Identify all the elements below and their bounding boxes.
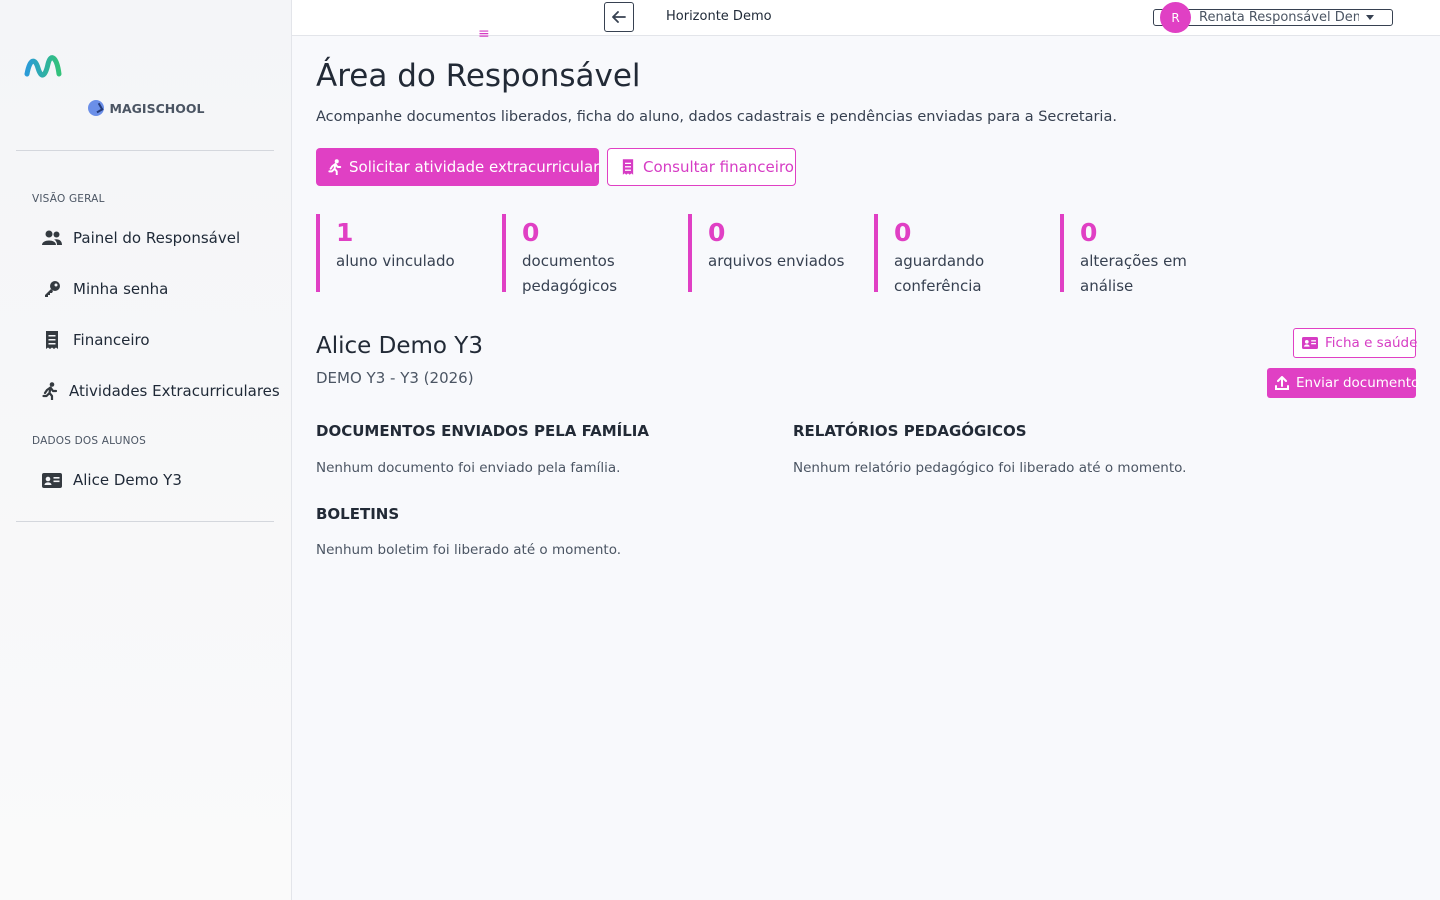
button-label: Solicitar atividade extracurricular	[349, 158, 600, 176]
page-title: Área do Responsável	[316, 58, 641, 94]
upload-icon	[1275, 375, 1289, 391]
health-record-button[interactable]: Ficha e saúde	[1293, 328, 1418, 358]
stat-label: aguardando conferência	[894, 252, 985, 295]
section-title-students: DADOS DOS ALUNOS	[32, 435, 146, 447]
sidebar-item-label: Painel do Responsável	[73, 229, 241, 247]
stat-changes-in-review: 0 alterações em análise	[1060, 214, 1240, 295]
running-icon	[42, 381, 58, 401]
request-activity-button[interactable]: Solicitar atividade extracurricular	[316, 148, 599, 186]
sidebar: MAGISCHOOL VISÃO GERAL Painel do Respons…	[0, 0, 292, 900]
sidebar-item-label: Minha senha	[73, 280, 169, 298]
family-docs-empty: Nenhum documento foi enviado pela famíli…	[316, 460, 621, 476]
back-button[interactable]	[604, 2, 634, 32]
family-docs-title: DOCUMENTOS ENVIADOS PELA FAMÍLIA	[316, 422, 649, 440]
stat-label: aluno vinculado	[336, 252, 455, 270]
avatar[interactable]: R	[1160, 2, 1191, 33]
stat-value: 0	[708, 218, 726, 247]
button-label: Ficha e saúde	[1325, 335, 1418, 351]
stat-files-sent: 0 arquivos enviados	[688, 214, 868, 292]
sidebar-item-financial[interactable]: Financeiro	[16, 320, 278, 360]
page-description: Acompanhe documentos liberados, ficha do…	[316, 109, 1117, 125]
grades-title: BOLETINS	[316, 505, 400, 523]
sidebar-item-activities[interactable]: Atividades Extracurriculares	[16, 371, 280, 411]
reports-empty: Nenhum relatório pedagógico foi liberado…	[793, 460, 1187, 476]
button-label: Enviar documento	[1296, 375, 1420, 391]
stat-label: documentos pedagógicos	[522, 252, 618, 295]
chevron-down-icon[interactable]	[1366, 15, 1374, 20]
stat-awaiting-review: 0 aguardando conferência	[874, 214, 1054, 295]
upload-document-button[interactable]: Enviar documento	[1267, 368, 1420, 398]
sidebar-item-password[interactable]: Minha senha	[16, 269, 278, 309]
divider	[16, 521, 274, 522]
topbar: ≡ Horizonte Demo R Renata Responsável De…	[292, 0, 1440, 41]
sidebar-item-label: Financeiro	[73, 331, 150, 349]
sidebar-item-label: Atividades Extracurriculares	[69, 382, 280, 400]
reports-title: RELATÓRIOS PEDAGÓGICOS	[793, 422, 1027, 440]
school-name: MAGISCHOOL	[109, 101, 205, 116]
school-label: MAGISCHOOL	[0, 100, 292, 116]
stat-pedagogical-docs: 0 documentos pedagógicos	[502, 214, 682, 295]
stat-value: 0	[894, 218, 912, 247]
student-name: Alice Demo Y3	[316, 333, 483, 359]
main-content: Área do Responsável Acompanhe documentos…	[292, 36, 1440, 900]
stat-label: alterações em análise	[1080, 252, 1187, 295]
id-card-icon	[1302, 335, 1318, 351]
logo-icon[interactable]	[24, 54, 62, 78]
school-emblem-icon	[87, 100, 104, 116]
stat-value: 1	[336, 218, 354, 247]
sidebar-item-dashboard[interactable]: Painel do Responsável	[16, 218, 278, 258]
receipt-icon	[620, 159, 636, 175]
id-card-icon	[42, 470, 62, 490]
section-title-overview: VISÃO GERAL	[32, 193, 105, 205]
button-label: Consultar financeiro	[643, 158, 794, 176]
grades-empty: Nenhum boletim foi liberado até o moment…	[316, 542, 622, 558]
receipt-icon	[42, 330, 62, 350]
running-icon	[328, 159, 342, 175]
stat-value: 0	[522, 218, 540, 247]
sidebar-item-student-alice[interactable]: Alice Demo Y3	[16, 460, 278, 500]
users-icon	[42, 228, 62, 248]
view-financial-button[interactable]: Consultar financeiro	[607, 148, 796, 186]
stat-linked-students: 1 aluno vinculado	[316, 214, 496, 292]
arrow-left-icon	[612, 11, 626, 23]
sidebar-item-label: Alice Demo Y3	[73, 471, 182, 489]
stat-label: arquivos enviados	[708, 252, 845, 270]
user-name[interactable]: Renata Responsável Demo	[1199, 9, 1359, 26]
school-name-label: Horizonte Demo	[666, 9, 772, 24]
key-icon	[42, 279, 62, 299]
student-class: DEMO Y3 - Y3 (2026)	[316, 369, 474, 387]
divider	[16, 150, 274, 151]
stat-value: 0	[1080, 218, 1098, 247]
